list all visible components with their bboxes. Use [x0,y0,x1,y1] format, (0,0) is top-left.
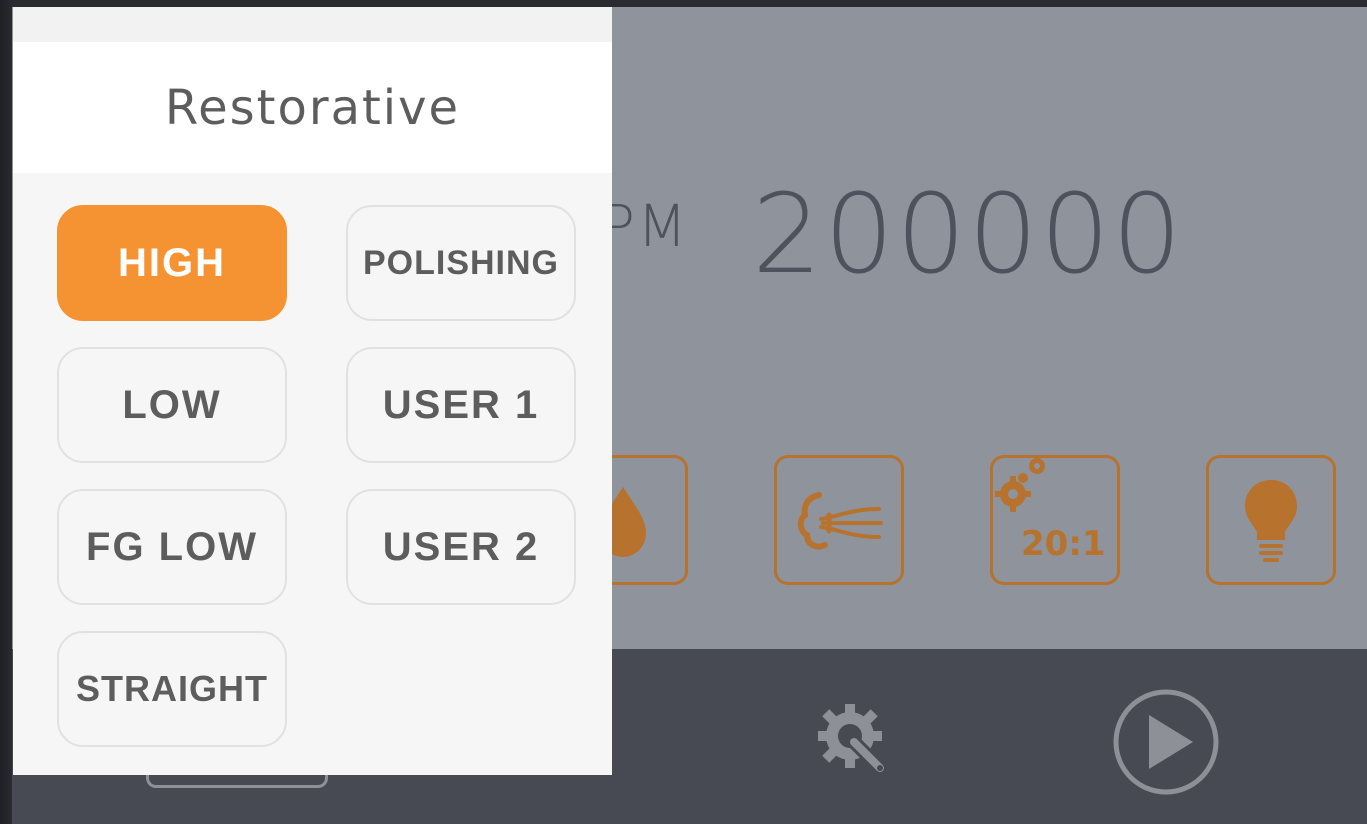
mode-button-polishing[interactable]: POLISHING [346,205,576,321]
light-button[interactable] [1206,455,1336,585]
gear-ratio-button[interactable]: 20:1 [990,455,1120,585]
mode-button-fg-low[interactable]: FG LOW [57,489,287,605]
light-bulb-icon [1245,480,1297,562]
settings-wrench-icon [818,704,887,775]
mode-button-user-1[interactable]: USER 1 [346,347,576,463]
play-icon [1113,689,1219,795]
mode-button-high[interactable]: HIGH [57,205,287,321]
popup-title: Restorative [164,79,461,136]
popup-top-strip [13,7,612,42]
popup-header: Restorative [13,42,612,173]
mode-button-user-2[interactable]: USER 2 [346,489,576,605]
mode-button-straight[interactable]: STRAIGHT [57,631,287,747]
rpm-value: 200000 [752,170,1184,298]
mode-button-low[interactable]: LOW [57,347,287,463]
air-button[interactable] [774,455,904,585]
rpm-unit-label: PM [600,192,690,260]
air-spray-icon [797,492,883,550]
play-button[interactable] [1111,687,1221,801]
gear-ratio-label: 20:1 [1021,524,1106,564]
mode-popup: Restorative HIGH POLISHING LOW USER 1 FG… [13,7,612,775]
settings-button[interactable] [814,700,894,784]
